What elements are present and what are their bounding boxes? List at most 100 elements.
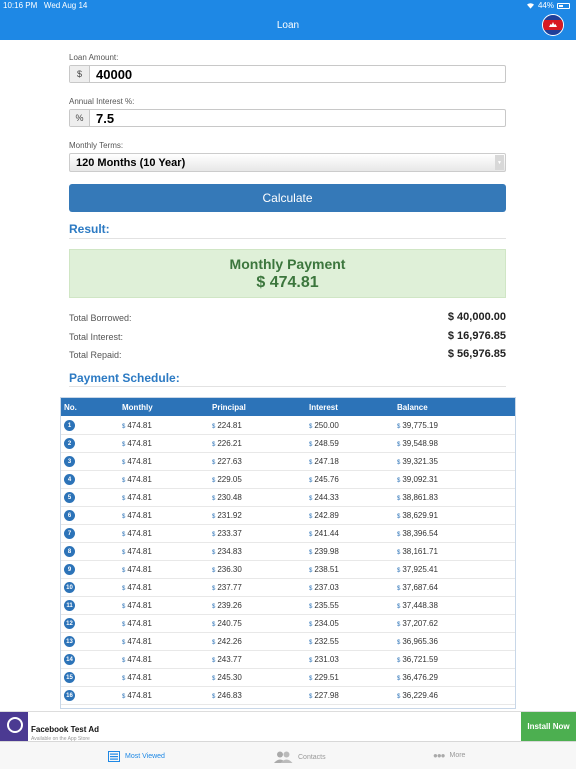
table-cell-monthly: $474.81	[122, 601, 152, 610]
status-time-date: 10:16 PM Wed Aug 14	[3, 1, 87, 10]
table-cell-monthly: $474.81	[122, 475, 152, 484]
monthly-payment-title: Monthly Payment	[229, 256, 346, 272]
table-cell-monthly: $474.81	[122, 619, 152, 628]
table-row: 15 $474.81 $245.30 $229.51 $36,476.29	[61, 668, 515, 687]
cell-value: 242.26	[217, 637, 242, 646]
table-cell-interest: $231.03	[309, 655, 339, 664]
currency-symbol: $	[212, 568, 216, 574]
cell-value: 247.18	[314, 457, 339, 466]
table-cell-principal: $243.77	[212, 655, 242, 664]
table-cell-principal: $234.83	[212, 547, 242, 556]
table-cell-interest: $235.55	[309, 601, 339, 610]
currency-symbol: $	[397, 586, 401, 592]
table-row: 13 $474.81 $242.26 $232.55 $36,965.36	[61, 632, 515, 651]
row-number-badge: 2	[64, 438, 75, 449]
total-borrowed-value: $ 40,000.00	[447, 311, 506, 323]
table-cell-monthly: $474.81	[122, 691, 152, 700]
currency-symbol: $	[212, 514, 216, 520]
table-cell-principal: $237.77	[212, 583, 242, 592]
cell-value: 36,721.59	[402, 655, 438, 664]
table-row: 3 $474.81 $227.63 $247.18 $39,321.35	[61, 452, 515, 471]
currency-symbol: $	[397, 694, 401, 700]
table-cell-monthly: $474.81	[122, 547, 152, 556]
cell-value: 474.81	[127, 547, 152, 556]
loan-amount-value[interactable]: 40000	[90, 66, 132, 82]
interest-input[interactable]: % 7.5	[69, 109, 506, 127]
wifi-icon	[526, 3, 534, 9]
table-cell-balance: $39,321.35	[397, 457, 438, 466]
currency-symbol: $	[309, 424, 313, 430]
cell-value: 36,476.29	[402, 673, 438, 682]
cell-value: 39,092.31	[402, 475, 438, 484]
currency-symbol: $	[397, 568, 401, 574]
terms-select[interactable]: 120 Months (10 Year) ▼	[69, 153, 506, 172]
calculate-button[interactable]: Calculate	[69, 184, 506, 212]
currency-symbol: $	[122, 424, 126, 430]
cell-value: 37,207.62	[402, 619, 438, 628]
status-date: Wed Aug 14	[43, 1, 88, 10]
schedule-divider	[69, 386, 506, 387]
cell-value: 36,229.46	[402, 691, 438, 700]
tab-most-viewed[interactable]: Most Viewed	[108, 751, 165, 762]
table-cell-principal: $227.63	[212, 457, 242, 466]
table-cell-balance: $36,965.36	[397, 637, 438, 646]
currency-symbol: $	[212, 442, 216, 448]
chevron-down-icon: ▼	[495, 155, 504, 170]
loan-amount-label: Loan Amount:	[69, 53, 119, 62]
install-now-button[interactable]: Install Now	[521, 712, 576, 741]
table-cell-monthly: $474.81	[122, 637, 152, 646]
total-interest-value: $ 16,976.85	[447, 330, 506, 342]
currency-symbol: $	[309, 658, 313, 664]
table-cell-monthly: $474.81	[122, 655, 152, 664]
table-row: 1 $474.81 $224.81 $250.00 $39,775.19	[61, 416, 515, 435]
table-cell-interest: $244.33	[309, 493, 339, 502]
row-number-badge: 1	[64, 420, 75, 431]
currency-symbol: $	[212, 496, 216, 502]
cell-value: 229.05	[217, 475, 242, 484]
currency-symbol: $	[309, 496, 313, 502]
status-indicators: 44%	[526, 1, 570, 10]
cell-value: 39,775.19	[402, 421, 438, 430]
table-cell-principal: $245.30	[212, 673, 242, 682]
currency-symbol: $	[122, 442, 126, 448]
cell-value: 36,965.36	[402, 637, 438, 646]
cell-value: 234.05	[314, 619, 339, 628]
table-cell-interest: $237.03	[309, 583, 339, 592]
currency-symbol: $	[397, 640, 401, 646]
currency-symbol: $	[309, 442, 313, 448]
table-cell-principal: $233.37	[212, 529, 242, 538]
cell-value: 474.81	[127, 691, 152, 700]
interest-value[interactable]: 7.5	[90, 110, 114, 126]
tab-contacts[interactable]: Contacts	[274, 751, 326, 763]
row-number-badge: 11	[64, 600, 75, 611]
interest-label: Annual Interest %:	[69, 97, 135, 106]
table-cell-balance: $38,629.91	[397, 511, 438, 520]
ad-title: Facebook Test Ad	[31, 725, 100, 734]
cell-value: 474.81	[127, 475, 152, 484]
ad-banner[interactable]: Facebook Test Ad Available on the App St…	[0, 711, 576, 742]
table-cell-monthly: $474.81	[122, 565, 152, 574]
table-row: 11 $474.81 $239.26 $235.55 $37,448.38	[61, 596, 515, 615]
cambodia-flag-icon[interactable]	[542, 14, 564, 36]
currency-symbol: $	[122, 460, 126, 466]
table-cell-balance: $37,687.64	[397, 583, 438, 592]
terms-selected-value: 120 Months (10 Year)	[76, 156, 186, 169]
status-time: 10:16 PM	[3, 1, 38, 10]
row-number-badge: 7	[64, 528, 75, 539]
table-row: 4 $474.81 $229.05 $245.76 $39,092.31	[61, 470, 515, 489]
cell-value: 232.55	[314, 637, 339, 646]
currency-symbol: $	[397, 550, 401, 556]
cell-value: 224.81	[217, 421, 242, 430]
cell-value: 241.44	[314, 529, 339, 538]
currency-symbol: $	[122, 550, 126, 556]
currency-symbol: $	[212, 622, 216, 628]
table-cell-monthly: $474.81	[122, 673, 152, 682]
table-row: 14 $474.81 $243.77 $231.03 $36,721.59	[61, 650, 515, 669]
cell-value: 474.81	[127, 529, 152, 538]
payment-schedule-table[interactable]: No. Monthly Principal Interest Balance 1…	[60, 397, 516, 709]
tab-more[interactable]: ●●● More	[433, 751, 465, 760]
cell-value: 245.30	[217, 673, 242, 682]
loan-amount-input[interactable]: $ 40000	[69, 65, 506, 83]
cell-value: 474.81	[127, 601, 152, 610]
table-cell-interest: $241.44	[309, 529, 339, 538]
